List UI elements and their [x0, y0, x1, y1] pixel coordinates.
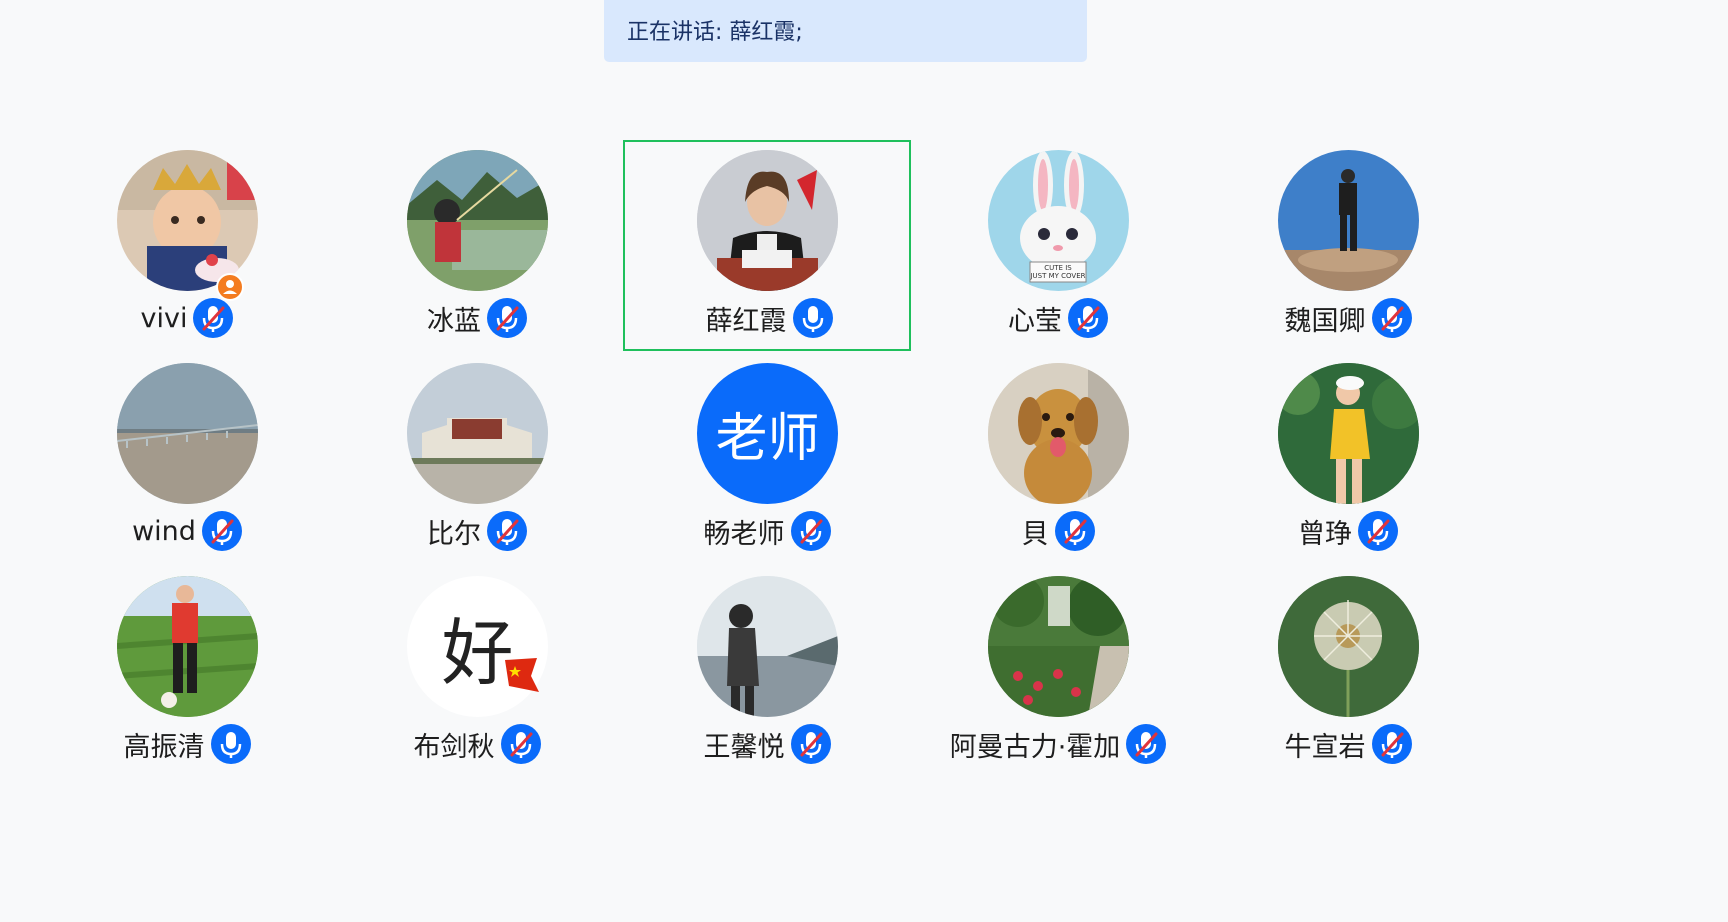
avatar[interactable]: [117, 363, 258, 504]
avatar[interactable]: [1278, 363, 1419, 504]
participant-name: 布剑秋: [413, 731, 495, 763]
participant-name: 魏国卿: [1284, 305, 1366, 337]
participant-tile[interactable]: 冰蓝: [333, 140, 621, 351]
participant-name: 高振清: [123, 731, 205, 763]
mic-muted-icon[interactable]: [790, 724, 831, 764]
participant-tile[interactable]: 魏国卿: [1204, 140, 1492, 351]
avatar[interactable]: [988, 363, 1129, 504]
meeting-gallery-view: 正在讲话: 薛红霞; vivi 冰蓝 薛红霞 CUTE IS JUST MY C…: [0, 0, 1728, 922]
mic-muted-icon[interactable]: [487, 511, 527, 551]
participant-tile[interactable]: 王馨悦: [623, 566, 911, 777]
participant-name-row: 薛红霞: [625, 297, 913, 339]
participant-tile[interactable]: 阿曼古力·霍加: [914, 566, 1202, 777]
participant-name-row: 王馨悦: [623, 723, 911, 765]
participant-tile[interactable]: 牛宣岩: [1204, 566, 1492, 777]
mic-muted-icon[interactable]: [500, 724, 541, 764]
participant-name: 貝: [1021, 518, 1049, 550]
participant-name-row: 高振清: [43, 723, 331, 765]
mic-muted-icon[interactable]: [193, 298, 234, 338]
svg-text:JUST MY COVER: JUST MY COVER: [1029, 272, 1085, 280]
participant-name-row: 比尔: [333, 510, 621, 552]
participant-tile[interactable]: 薛红霞: [623, 140, 911, 351]
mic-muted-icon[interactable]: [1126, 724, 1167, 764]
participant-name-row: 冰蓝: [333, 297, 621, 339]
avatar[interactable]: [407, 363, 548, 504]
participant-name: 冰蓝: [427, 305, 481, 337]
mic-on-icon[interactable]: [210, 724, 251, 764]
mic-muted-icon[interactable]: [1371, 298, 1412, 338]
participant-tile[interactable]: 貝: [914, 353, 1202, 564]
participant-tile[interactable]: 比尔: [333, 353, 621, 564]
svg-text:CUTE IS: CUTE IS: [1044, 264, 1072, 272]
participant-name-row: 貝: [914, 510, 1202, 552]
avatar[interactable]: 老师: [697, 363, 838, 504]
participant-name-row: wind: [43, 510, 331, 552]
participant-name: 牛宣岩: [1284, 731, 1366, 763]
flag-icon: [503, 656, 541, 696]
avatar[interactable]: [697, 150, 838, 291]
mic-muted-icon[interactable]: [201, 511, 242, 551]
avatar[interactable]: [117, 150, 258, 291]
participant-name: wind: [132, 515, 196, 547]
avatar[interactable]: [1278, 150, 1419, 291]
participant-name: 阿曼古力·霍加: [949, 731, 1121, 763]
avatar[interactable]: [697, 576, 838, 717]
mic-muted-icon[interactable]: [1358, 511, 1398, 551]
participant-name-row: 魏国卿: [1204, 297, 1492, 339]
avatar[interactable]: CUTE IS JUST MY COVER: [988, 150, 1129, 291]
participant-tile[interactable]: 高振清: [43, 566, 331, 777]
mic-muted-icon[interactable]: [1068, 298, 1108, 338]
avatar[interactable]: [988, 576, 1129, 717]
avatar-initials: 老师: [715, 409, 820, 469]
avatar[interactable]: [1278, 576, 1419, 717]
participant-tile[interactable]: wind: [43, 353, 331, 564]
participant-name: 畅老师: [703, 518, 785, 550]
avatar[interactable]: [407, 150, 548, 291]
participant-grid: vivi 冰蓝 薛红霞 CUTE IS JUST MY COVER 心莹 魏国卿…: [0, 0, 1728, 922]
participant-name-row: 心莹: [914, 297, 1202, 339]
participant-name-row: vivi: [43, 297, 331, 339]
participant-tile[interactable]: vivi: [43, 140, 331, 351]
participant-tile[interactable]: 老师畅老师: [623, 353, 911, 564]
participant-name-row: 曾琤: [1204, 510, 1492, 552]
participant-name-row: 畅老师: [623, 510, 911, 552]
participant-name-row: 布剑秋: [333, 723, 621, 765]
participant-name: 曾琤: [1298, 518, 1352, 550]
participant-name: 王馨悦: [703, 731, 785, 763]
participant-name: 薛红霞: [705, 305, 787, 337]
participant-name: 比尔: [427, 518, 481, 550]
participant-name: 心莹: [1008, 305, 1062, 337]
participant-tile[interactable]: 好 布剑秋: [333, 566, 621, 777]
participant-name-row: 阿曼古力·霍加: [914, 723, 1202, 765]
participant-name-row: 牛宣岩: [1204, 723, 1492, 765]
avatar[interactable]: [117, 576, 258, 717]
mic-muted-icon[interactable]: [1371, 724, 1412, 764]
participant-tile[interactable]: 曾琤: [1204, 353, 1492, 564]
mic-muted-icon[interactable]: [487, 298, 527, 338]
mic-on-icon[interactable]: [792, 298, 833, 338]
participant-name: vivi: [140, 302, 188, 334]
mic-muted-icon[interactable]: [1054, 511, 1095, 551]
participant-tile[interactable]: CUTE IS JUST MY COVER 心莹: [914, 140, 1202, 351]
mic-muted-icon[interactable]: [790, 511, 831, 551]
